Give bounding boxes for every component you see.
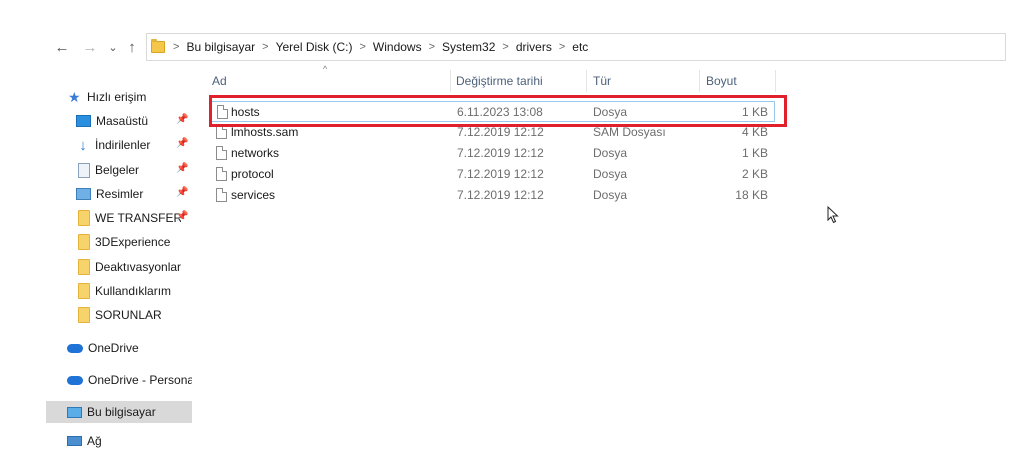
cloud-icon (67, 375, 83, 385)
chevron-right-icon: > (262, 41, 269, 53)
folder-icon (78, 283, 90, 299)
breadcrumb-item[interactable]: > Windows (352, 40, 421, 54)
sidebar-item-3dexperience[interactable]: 3DExperience (46, 231, 192, 253)
pin-icon: 📌 (176, 187, 189, 198)
star-icon: ★ (68, 89, 81, 105)
sidebar-item-pictures[interactable]: Resimler 📌 (46, 183, 192, 205)
pin-icon: 📌 (176, 211, 189, 222)
breadcrumb-item[interactable]: > Yerel Disk (C:) (255, 40, 352, 54)
sidebar-item-this-pc[interactable]: Bu bilgisayar (46, 401, 192, 423)
column-divider[interactable] (586, 70, 587, 92)
chevron-right-icon: > (428, 41, 436, 53)
chevron-right-icon: > (502, 41, 509, 53)
sidebar-item-onedrive[interactable]: OneDrive (46, 337, 192, 359)
sidebar-item-sorunlar[interactable]: SORUNLAR (46, 304, 192, 326)
network-icon (67, 436, 82, 446)
folder-icon (78, 210, 90, 226)
pin-icon: 📌 (176, 163, 189, 174)
column-header-name[interactable]: Ad (212, 69, 448, 93)
recent-locations-button[interactable]: ⌄ (104, 38, 122, 56)
column-divider[interactable] (775, 70, 776, 92)
download-icon: ↓ (79, 136, 87, 154)
documents-icon (78, 162, 90, 178)
file-row-services[interactable]: services 7.12.2019 12:12 Dosya 18 KB (210, 185, 775, 206)
mouse-cursor-icon (827, 206, 839, 224)
folder-icon (78, 234, 90, 250)
cloud-icon (67, 343, 83, 353)
column-header-size[interactable]: Boyut (706, 69, 774, 93)
up-button[interactable]: ↑ (123, 38, 141, 56)
breadcrumb-item[interactable]: > System32 (422, 40, 496, 54)
file-icon (216, 146, 227, 160)
breadcrumb-item[interactable]: > Bu bilgisayar (171, 40, 255, 54)
file-icon (216, 125, 227, 139)
chevron-right-icon: > (173, 41, 180, 53)
pictures-icon (76, 188, 91, 200)
breadcrumb-item[interactable]: > drivers (495, 40, 551, 54)
pin-icon: 📌 (176, 138, 189, 149)
column-header-modified[interactable]: Değiştirme tarihi (456, 69, 586, 93)
sidebar-item-quick-access[interactable]: ★ Hızlı erişim (68, 86, 214, 108)
sidebar-item-deaktivasyonlar[interactable]: Deaktıvasyonlar (46, 256, 192, 278)
chevron-right-icon: > (558, 41, 566, 53)
breadcrumb-item[interactable]: > etc (552, 40, 588, 54)
address-bar[interactable]: > Bu bilgisayar > Yerel Disk (C:) > Windows… (146, 33, 1006, 61)
back-button[interactable]: ← (53, 38, 71, 56)
sidebar-item-onedrive-personal[interactable]: OneDrive - Personal (46, 369, 192, 391)
desktop-icon (76, 115, 91, 127)
folder-icon (151, 39, 165, 53)
file-icon (216, 167, 227, 181)
folder-icon (78, 307, 90, 323)
pin-icon: 📌 (176, 114, 189, 125)
sidebar-item-network[interactable]: Ağ (46, 433, 192, 449)
file-row-protocol[interactable]: protocol 7.12.2019 12:12 Dosya 2 KB (210, 164, 775, 185)
sidebar-item-we-transfer[interactable]: WE TRANSFER KL 📌 (46, 207, 192, 229)
sidebar-item-desktop[interactable]: Masaüstü 📌 (46, 110, 192, 132)
column-divider[interactable] (699, 70, 700, 92)
computer-icon (67, 406, 82, 418)
file-icon (217, 105, 228, 119)
file-icon (216, 188, 227, 202)
sidebar-item-kullandiklarim[interactable]: Kullandıklarım (46, 280, 192, 302)
file-row-networks[interactable]: networks 7.12.2019 12:12 Dosya 1 KB (210, 143, 775, 164)
sidebar-item-documents[interactable]: Belgeler 📌 (46, 159, 192, 181)
folder-icon (78, 259, 90, 275)
chevron-right-icon: > (359, 41, 366, 53)
file-row-lmhosts[interactable]: lmhosts.sam 7.12.2019 12:12 SAM Dosyası … (210, 122, 775, 143)
column-header-type[interactable]: Tür (593, 69, 697, 93)
column-divider[interactable] (450, 70, 451, 92)
sidebar-item-downloads[interactable]: ↓ İndirilenler 📌 (46, 134, 192, 156)
forward-button[interactable]: → (81, 38, 99, 56)
file-row-hosts[interactable]: hosts 6.11.2023 13:08 Dosya 1 KB (210, 101, 775, 122)
